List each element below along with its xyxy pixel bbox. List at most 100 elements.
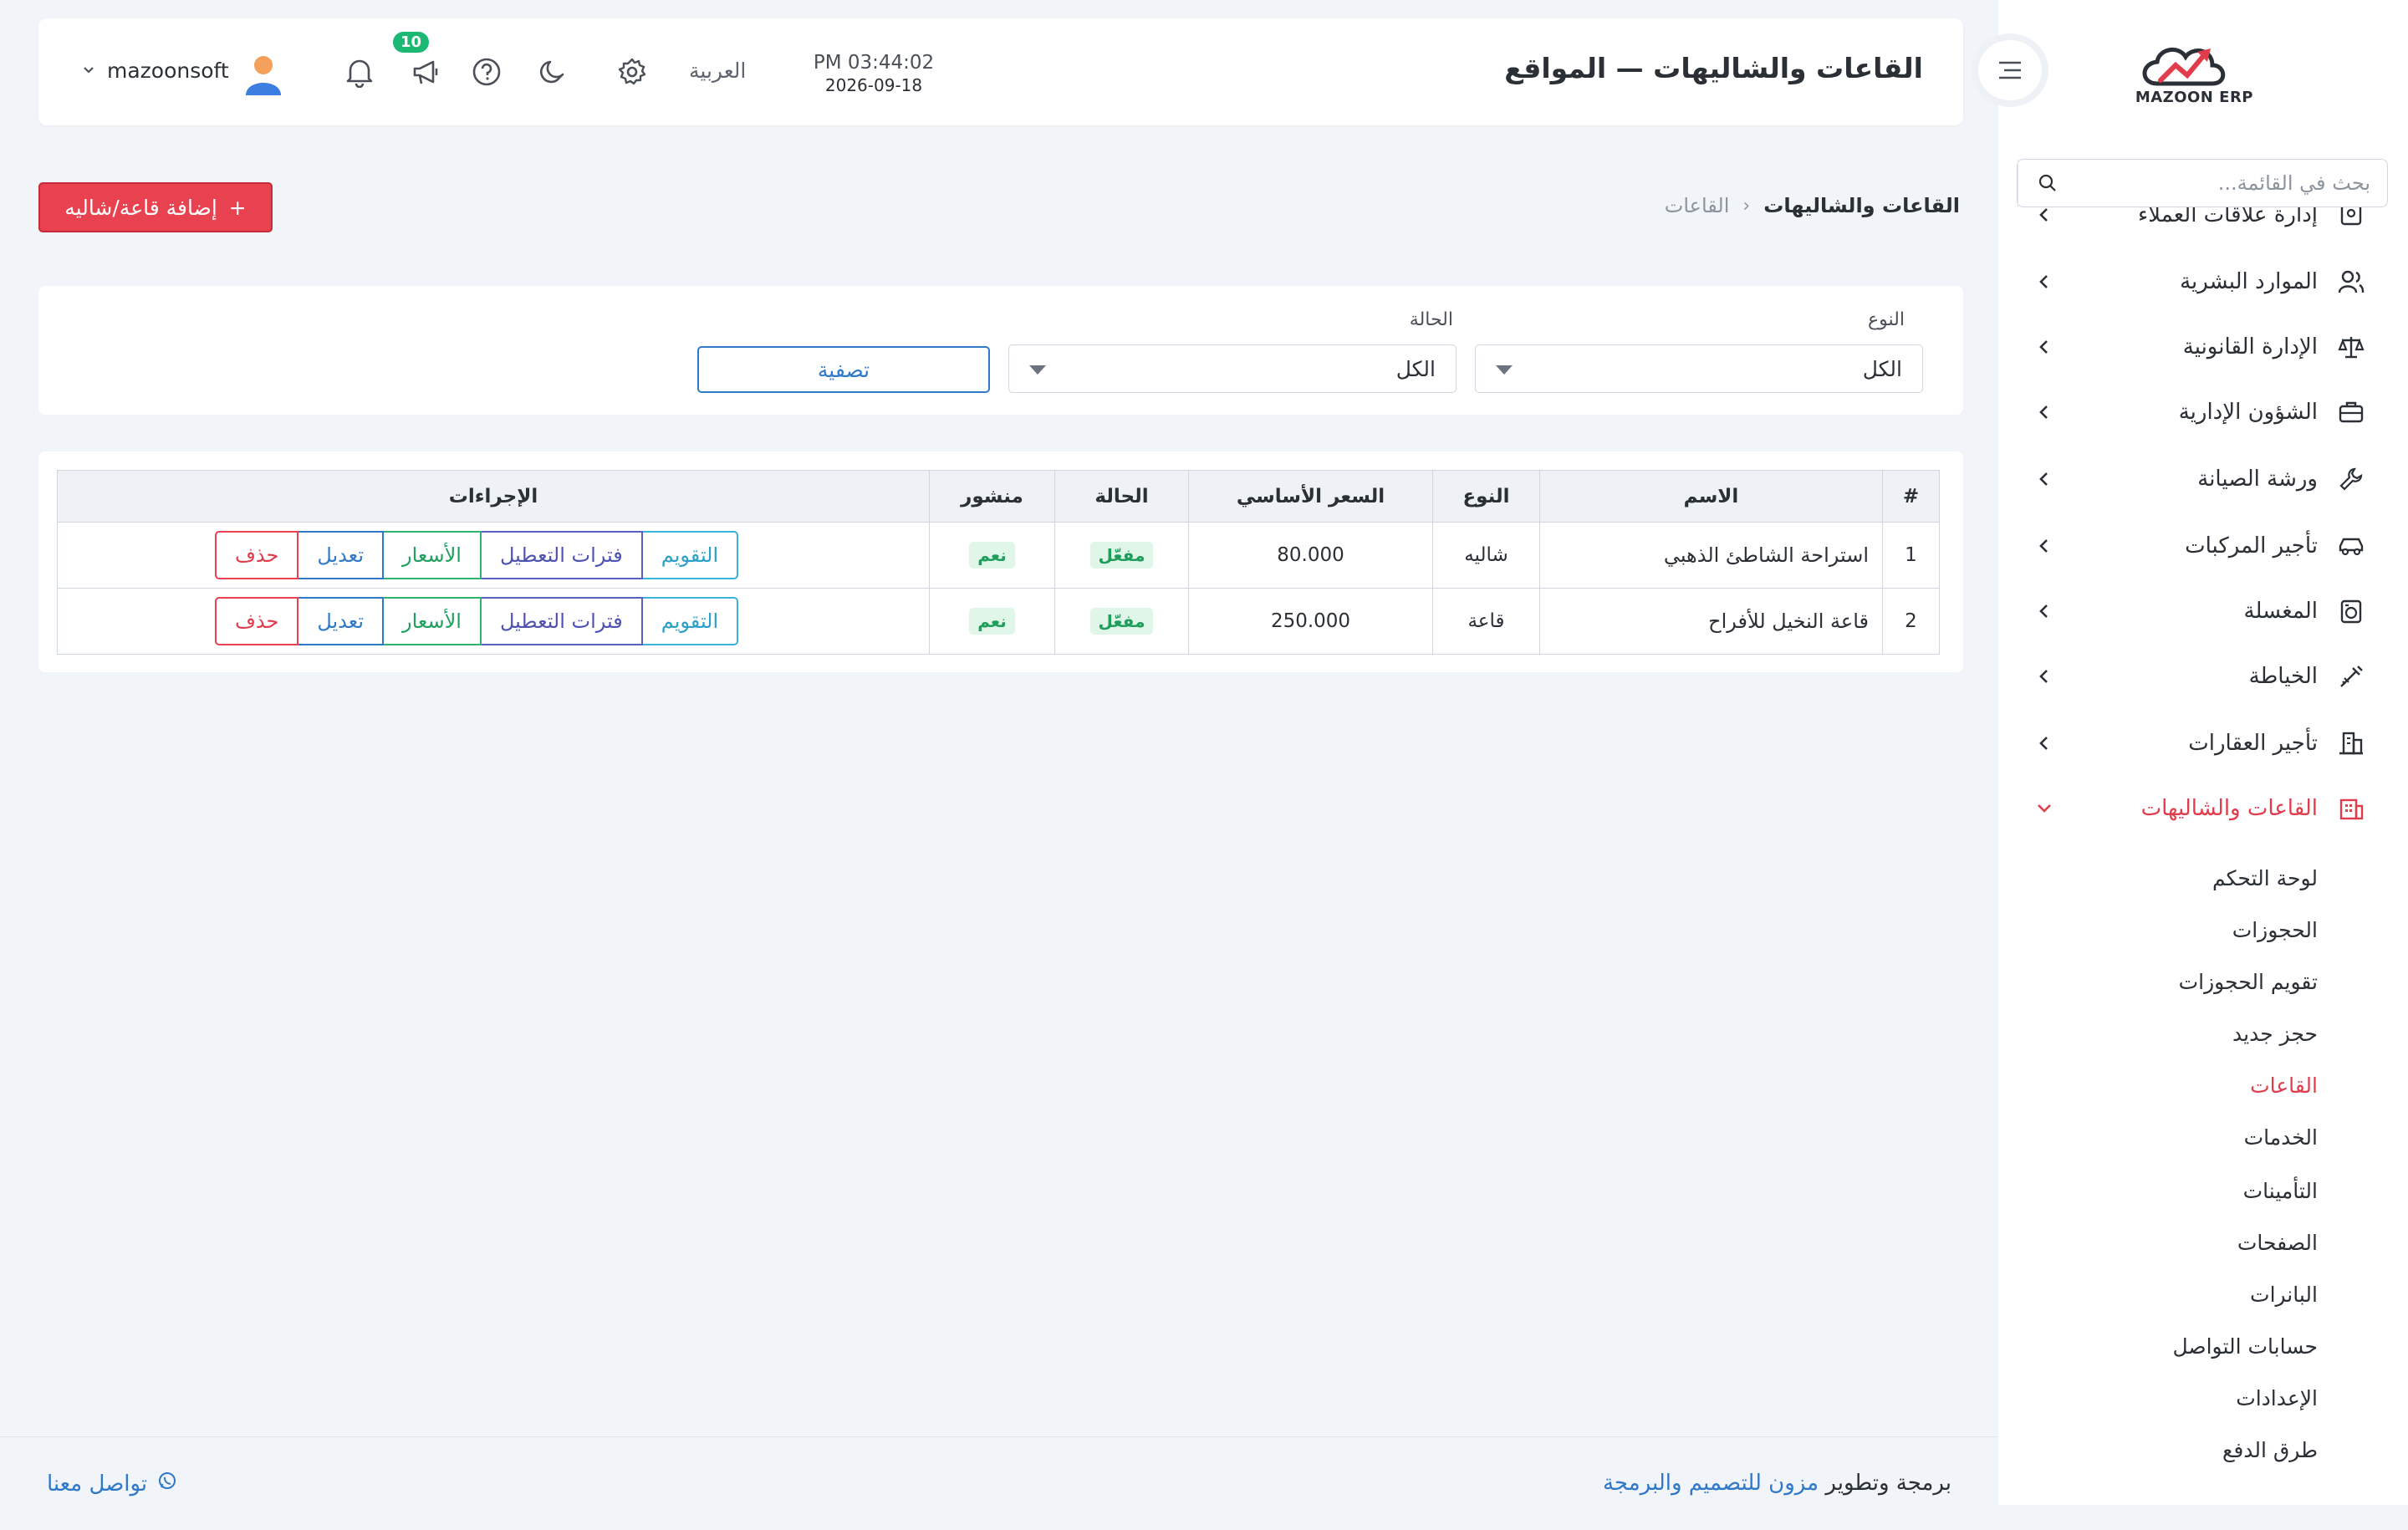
cell-name: استراحة الشاطئ الذهبي xyxy=(1539,522,1883,589)
hall-icon xyxy=(2336,793,2366,824)
submenu-settings[interactable]: الإعدادات xyxy=(2236,1386,2318,1410)
cell-name: قاعة النخيل للأفراح xyxy=(1539,588,1883,655)
published-badge: نعم xyxy=(969,608,1015,635)
halls-table: # الاسم النوع السعر الأساسي الحالة منشور… xyxy=(57,470,1940,655)
plus-icon: + xyxy=(228,195,247,220)
contact-label: تواصل معنا xyxy=(47,1471,148,1497)
sidebar-item-laundry[interactable]: المغسلة xyxy=(1998,582,2408,640)
whatsapp-icon xyxy=(157,1471,177,1497)
footer: برمجة وتطوير مزون للتصميم والبرمجة تواصل… xyxy=(0,1436,1998,1530)
submenu-dashboard[interactable]: لوحة التحكم xyxy=(2212,866,2318,890)
sidebar-toggle-button[interactable] xyxy=(1972,33,2048,107)
submenu-pages[interactable]: الصفحات xyxy=(2237,1231,2318,1255)
submenu-bookings[interactable]: الحجوزات xyxy=(2232,918,2318,942)
sidebar-item-realestate[interactable]: تأجير العقارات xyxy=(1998,714,2408,773)
breadcrumb-separator: ‹ xyxy=(1742,195,1751,217)
blackouts-button[interactable]: فترات التعطيل xyxy=(479,597,643,645)
users-icon xyxy=(2336,267,2366,297)
notification-badge: 10 xyxy=(393,32,430,53)
col-header-number: # xyxy=(1882,470,1940,523)
sidebar-item-label: المغسلة xyxy=(2243,599,2318,624)
datetime: PM 03:44:02 2026-09-18 xyxy=(794,52,953,95)
cell-actions: التقويم فترات التعطيل الأسعار تعديل حذف xyxy=(57,522,930,589)
bell-icon[interactable] xyxy=(343,55,376,89)
status-badge: مفعّل xyxy=(1089,608,1154,635)
language-switch[interactable]: العربية xyxy=(689,59,746,83)
sidebar-search xyxy=(2017,159,2388,207)
submenu-halls[interactable]: القاعات xyxy=(2250,1074,2318,1098)
chevron-left-icon xyxy=(2032,664,2057,689)
status-filter-value: الكل xyxy=(1395,356,1436,381)
sidebar-item-legal[interactable]: الإدارة القانونية xyxy=(1998,318,2408,376)
chevron-left-icon xyxy=(2032,467,2057,492)
submenu-social-accounts[interactable]: حسابات التواصل xyxy=(2172,1334,2318,1359)
type-filter-select[interactable]: الكل xyxy=(1475,344,1923,393)
sidebar-item-crm[interactable]: إدارة علاقات العملاء xyxy=(1998,207,2408,244)
sidebar-item-label: تأجير المركبات xyxy=(2185,533,2318,558)
submenu-deposits[interactable]: التأمينات xyxy=(2243,1179,2318,1203)
col-header-name: الاسم xyxy=(1539,470,1883,523)
sidebar-item-label: الخياطة xyxy=(2248,664,2318,689)
prices-button[interactable]: الأسعار xyxy=(382,531,482,579)
submenu-bookings-calendar[interactable]: تقويم الحجوزات xyxy=(2179,970,2318,994)
col-header-status: الحالة xyxy=(1054,470,1189,523)
blackouts-button[interactable]: فترات التعطيل xyxy=(479,531,643,579)
gear-icon[interactable] xyxy=(615,55,649,89)
table-header-row: # الاسم النوع السعر الأساسي الحالة منشور… xyxy=(57,470,1940,523)
sidebar-item-tailoring[interactable]: الخياطة xyxy=(1998,647,2408,706)
sidebar-item-admin[interactable]: الشؤون الإدارية xyxy=(1998,383,2408,441)
filter-button[interactable]: تصفية xyxy=(697,346,990,393)
megaphone-icon[interactable] xyxy=(410,55,443,89)
add-hall-label: إضافة قاعة/شاليه xyxy=(64,195,217,220)
status-filter-select[interactable]: الكل xyxy=(1008,344,1457,393)
sidebar-item-hr[interactable]: الموارد البشرية xyxy=(1998,252,2408,311)
prices-button[interactable]: الأسعار xyxy=(382,597,482,645)
submenu-new-booking[interactable]: حجز جديد xyxy=(2232,1022,2318,1046)
moon-icon[interactable] xyxy=(537,55,570,89)
delete-button[interactable]: حذف xyxy=(215,531,299,579)
search-icon[interactable] xyxy=(2018,159,2076,207)
sidebar-search-input[interactable] xyxy=(2076,161,2387,206)
chevron-left-icon xyxy=(2032,334,2057,360)
submenu-payment-methods[interactable]: طرق الدفع xyxy=(2222,1438,2318,1462)
submenu-services[interactable]: الخدمات xyxy=(2244,1125,2318,1150)
cell-price: 250.000 xyxy=(1188,588,1433,655)
chevron-down-icon[interactable] xyxy=(80,62,97,79)
delete-button[interactable]: حذف xyxy=(215,597,299,645)
add-hall-button[interactable]: + إضافة قاعة/شاليه xyxy=(38,182,273,232)
calendar-button[interactable]: التقويم xyxy=(640,531,739,579)
filter-panel: النوع الكل الحالة الكل تصفية xyxy=(38,286,1963,415)
sidebar-item-workshop[interactable]: ورشة الصيانة xyxy=(1998,450,2408,508)
sidebar-item-label: القاعات والشاليهات xyxy=(2140,796,2318,821)
contact-link[interactable]: تواصل معنا xyxy=(47,1471,177,1497)
sidebar-item-label: الشؤون الإدارية xyxy=(2178,400,2318,425)
top-header: القاعات والشاليهات — المواقع PM 03:44:02… xyxy=(38,18,1963,125)
cell-actions: التقويم فترات التعطيل الأسعار تعديل حذف xyxy=(57,588,930,655)
sidebar: MAZOON ERP إدارة علاقات العملاء الموارد … xyxy=(1998,0,2408,1505)
chevron-left-icon xyxy=(2032,599,2057,624)
col-header-published: منشور xyxy=(929,470,1055,523)
calendar-button[interactable]: التقويم xyxy=(640,597,739,645)
caret-down-icon xyxy=(1496,365,1513,375)
sidebar-item-label: ورشة الصيانة xyxy=(2197,467,2318,492)
breadcrumb-module[interactable]: القاعات والشاليهات xyxy=(1763,194,1960,217)
chevron-left-icon xyxy=(2032,269,2057,294)
wrench-icon xyxy=(2336,464,2366,494)
sidebar-item-label: تأجير العقارات xyxy=(2188,731,2318,756)
edit-button[interactable]: تعديل xyxy=(297,531,385,579)
help-icon[interactable] xyxy=(470,55,503,89)
edit-button[interactable]: تعديل xyxy=(297,597,385,645)
avatar[interactable] xyxy=(244,54,283,97)
sidebar-item-vehicles[interactable]: تأجير المركبات xyxy=(1998,517,2408,575)
breadcrumb-current: القاعات xyxy=(1664,194,1730,217)
sidebar-item-label: الموارد البشرية xyxy=(2180,269,2318,294)
halls-table-card: # الاسم النوع السعر الأساسي الحالة منشور… xyxy=(38,451,1963,672)
footer-credit-link[interactable]: مزون للتصميم والبرمجة xyxy=(1603,1471,1819,1496)
crm-icon xyxy=(2336,207,2366,230)
clock-date: 2026-09-18 xyxy=(824,75,923,95)
sidebar-item-halls[interactable]: القاعات والشاليهات xyxy=(1998,779,2408,838)
tailor-icon xyxy=(2336,661,2366,691)
col-header-actions: الإجراءات xyxy=(57,470,930,523)
username[interactable]: mazoonsoft xyxy=(107,59,229,83)
submenu-banners[interactable]: البانرات xyxy=(2250,1283,2318,1307)
